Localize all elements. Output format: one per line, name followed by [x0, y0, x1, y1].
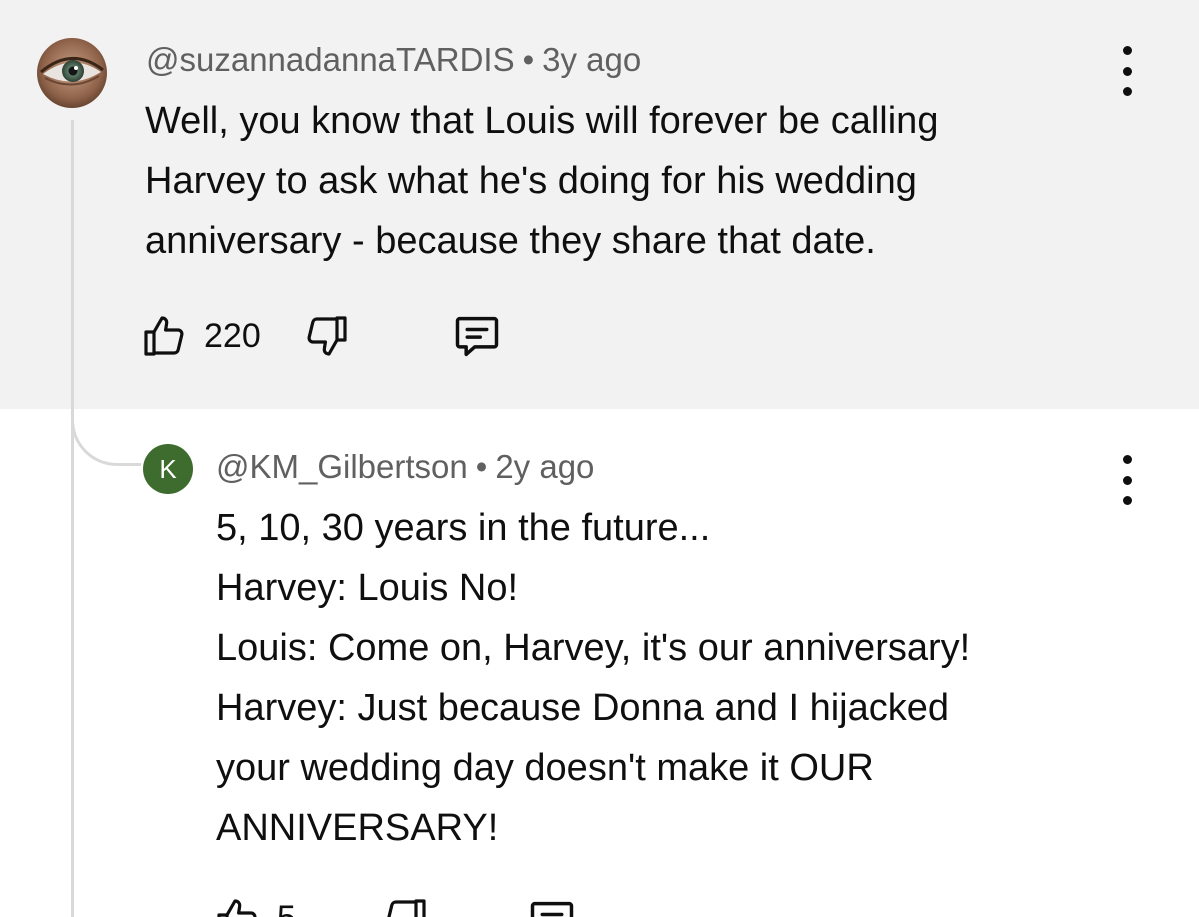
more-vertical-icon[interactable] [1112, 46, 1142, 96]
user-avatar[interactable] [37, 38, 107, 108]
reply-thread-line [71, 120, 74, 917]
eye-avatar-image [37, 38, 107, 108]
thumbs-up-icon[interactable] [213, 895, 261, 917]
reply-actions: 5 [213, 895, 578, 917]
reply-meta: @KM_Gilbertson • 2y ago [216, 448, 594, 486]
more-vertical-icon[interactable] [1112, 455, 1142, 505]
reply-thread-connector [71, 408, 141, 466]
comment-timestamp[interactable]: 3y ago [542, 41, 641, 78]
reply-timestamp[interactable]: 2y ago [495, 448, 594, 485]
reply-text: 5, 10, 30 years in the future... Harvey:… [216, 507, 971, 849]
reply-like-count: 5 [277, 899, 296, 917]
reply-user-avatar[interactable]: K [143, 444, 193, 494]
comments-panel: @suzannadannaTARDIS • 3y ago Well, you kno… [0, 0, 1199, 917]
meta-separator: • [522, 41, 535, 78]
thumbs-down-icon[interactable] [382, 895, 430, 917]
thumbs-down-icon[interactable] [303, 312, 351, 360]
like-count: 220 [204, 316, 261, 355]
reply-comment-icon[interactable] [451, 310, 503, 362]
comment-meta: @suzannadannaTARDIS • 3y ago [146, 41, 641, 79]
thumbs-up-icon[interactable] [140, 312, 188, 360]
reply-comment-icon[interactable] [526, 895, 578, 917]
comment-actions: 220 [140, 306, 503, 366]
meta-separator: • [475, 448, 488, 485]
reply-author-handle[interactable]: @KM_Gilbertson [216, 448, 468, 485]
comment-text: Well, you know that Louis will forever b… [145, 100, 939, 262]
comment-author-handle[interactable]: @suzannadannaTARDIS [146, 41, 515, 78]
